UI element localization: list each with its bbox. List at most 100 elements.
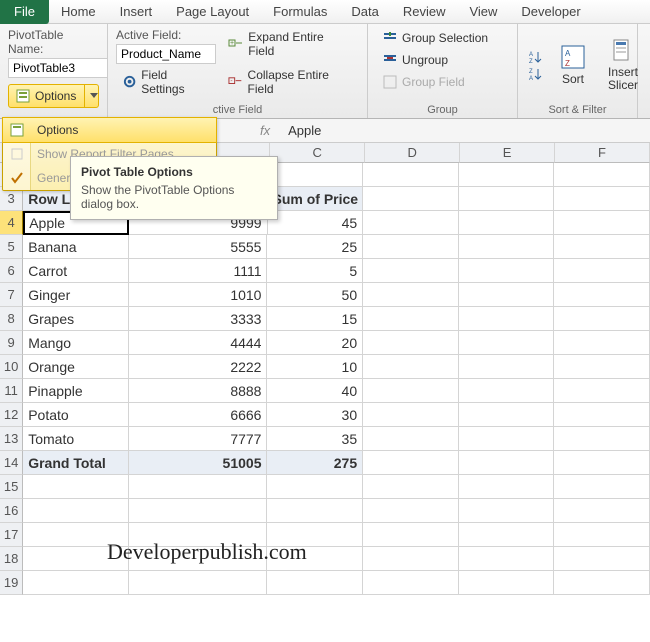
cell[interactable]: [554, 403, 650, 427]
formula-value[interactable]: Apple: [282, 123, 321, 138]
cell[interactable]: [554, 547, 650, 571]
row-header-16[interactable]: 16: [0, 499, 23, 523]
cell[interactable]: [363, 475, 459, 499]
cell[interactable]: [459, 235, 555, 259]
cell[interactable]: 1010: [129, 283, 267, 307]
cell[interactable]: [267, 499, 363, 523]
cell[interactable]: [459, 355, 555, 379]
cell[interactable]: [554, 259, 650, 283]
cell[interactable]: Tomato: [23, 427, 129, 451]
cell[interactable]: 2222: [129, 355, 267, 379]
col-header-E[interactable]: E: [460, 143, 555, 163]
collapse-field-button[interactable]: - Collapse Entire Field: [222, 66, 359, 98]
row-header-11[interactable]: 11: [0, 379, 23, 403]
cell[interactable]: [554, 571, 650, 595]
cell[interactable]: [554, 163, 650, 187]
cell[interactable]: Ginger: [23, 283, 129, 307]
options-split-button[interactable]: Options: [8, 84, 99, 108]
cell[interactable]: 20: [267, 331, 363, 355]
cell[interactable]: [459, 211, 555, 235]
row-header-7[interactable]: 7: [0, 283, 23, 307]
cell[interactable]: [363, 235, 459, 259]
sort-desc-button[interactable]: ZA: [526, 66, 546, 82]
cell[interactable]: [459, 379, 555, 403]
cell[interactable]: 25: [267, 235, 363, 259]
row-header-12[interactable]: 12: [0, 403, 23, 427]
row-header-4[interactable]: 4: [0, 211, 23, 235]
cell[interactable]: [459, 571, 555, 595]
cell[interactable]: [459, 259, 555, 283]
row-header-17[interactable]: 17: [0, 523, 23, 547]
cell[interactable]: [23, 571, 129, 595]
cell[interactable]: [363, 571, 459, 595]
cell[interactable]: [554, 451, 650, 475]
cell[interactable]: [459, 331, 555, 355]
cell[interactable]: 50: [267, 283, 363, 307]
cell[interactable]: [459, 187, 555, 211]
cell[interactable]: 7777: [129, 427, 267, 451]
cell[interactable]: 4444: [129, 331, 267, 355]
cell[interactable]: [554, 379, 650, 403]
cell[interactable]: [459, 403, 555, 427]
tab-page-layout[interactable]: Page Layout: [164, 0, 261, 23]
cell[interactable]: [267, 163, 363, 187]
cell[interactable]: [554, 355, 650, 379]
cell[interactable]: Sum of Price: [267, 187, 363, 211]
cell[interactable]: [23, 475, 129, 499]
cell[interactable]: 5: [267, 259, 363, 283]
cell[interactable]: [363, 211, 459, 235]
col-header-C[interactable]: C: [270, 143, 365, 163]
cell[interactable]: [459, 547, 555, 571]
insert-slicer-button[interactable]: Insert Slicer: [600, 34, 646, 96]
cell[interactable]: [129, 499, 267, 523]
options-dropdown-arrow[interactable]: [84, 85, 103, 107]
row-header-9[interactable]: 9: [0, 331, 23, 355]
cell[interactable]: [554, 307, 650, 331]
row-header-8[interactable]: 8: [0, 307, 23, 331]
cell[interactable]: Orange: [23, 355, 129, 379]
cell[interactable]: [554, 427, 650, 451]
row-header-13[interactable]: 13: [0, 427, 23, 451]
cell[interactable]: 5555: [129, 235, 267, 259]
field-settings-button[interactable]: Field Settings: [116, 66, 216, 98]
cell[interactable]: Mango: [23, 331, 129, 355]
cell[interactable]: 51005: [129, 451, 267, 475]
cell[interactable]: Carrot: [23, 259, 129, 283]
cell[interactable]: [267, 571, 363, 595]
row-header-10[interactable]: 10: [0, 355, 23, 379]
tab-home[interactable]: Home: [49, 0, 108, 23]
cell[interactable]: [363, 547, 459, 571]
sort-button[interactable]: AZ Sort: [552, 40, 594, 90]
cell[interactable]: 8888: [129, 379, 267, 403]
row-header-15[interactable]: 15: [0, 475, 23, 499]
cell[interactable]: [554, 331, 650, 355]
cell[interactable]: [267, 475, 363, 499]
cell[interactable]: Grapes: [23, 307, 129, 331]
tab-developer[interactable]: Developer: [509, 0, 592, 23]
cell[interactable]: 45: [268, 211, 364, 235]
row-header-6[interactable]: 6: [0, 259, 23, 283]
cell[interactable]: [554, 187, 650, 211]
dropdown-options[interactable]: Options: [2, 117, 217, 143]
sort-asc-button[interactable]: AZ: [526, 49, 546, 65]
cell[interactable]: [459, 427, 555, 451]
cell[interactable]: 40: [267, 379, 363, 403]
col-header-F[interactable]: F: [555, 143, 650, 163]
cell[interactable]: [363, 307, 459, 331]
cell[interactable]: [363, 451, 459, 475]
cell[interactable]: [363, 403, 459, 427]
cell[interactable]: [129, 475, 267, 499]
cell[interactable]: [554, 499, 650, 523]
cell[interactable]: [363, 523, 459, 547]
cell[interactable]: [459, 475, 555, 499]
cell[interactable]: [363, 379, 459, 403]
cell[interactable]: [363, 499, 459, 523]
cell[interactable]: [363, 163, 459, 187]
cell[interactable]: [23, 499, 129, 523]
cell[interactable]: 30: [267, 403, 363, 427]
cell[interactable]: [363, 355, 459, 379]
cell[interactable]: 10: [267, 355, 363, 379]
cell[interactable]: [129, 571, 267, 595]
ungroup-button[interactable]: Ungroup: [376, 50, 509, 70]
tab-review[interactable]: Review: [391, 0, 458, 23]
